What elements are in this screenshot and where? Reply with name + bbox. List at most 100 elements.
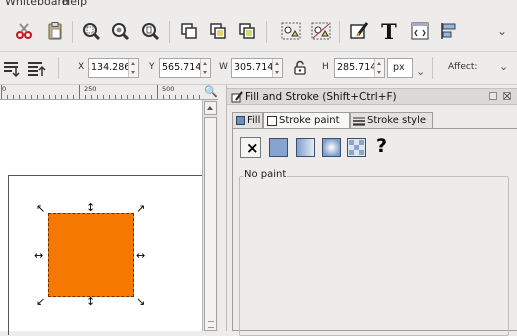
x-icon: ×	[246, 139, 259, 157]
zoom-selection-icon[interactable]	[79, 19, 103, 43]
zoom-page-icon[interactable]	[138, 19, 162, 43]
unit-value: px	[393, 62, 405, 73]
group-icon[interactable]	[279, 19, 303, 43]
chevron-down-icon[interactable]: ⌄	[416, 65, 425, 78]
fill-stroke-icon[interactable]	[347, 19, 371, 43]
fill-stroke-icon	[231, 91, 243, 103]
pattern-icon	[347, 138, 366, 157]
svg-text:T: T	[381, 20, 397, 42]
x-label: X	[78, 62, 85, 72]
toolbar-separator	[339, 21, 340, 43]
h-label: H	[322, 62, 329, 72]
question-icon: ?	[376, 135, 388, 157]
stroke-paint-panel: × ? No paint	[232, 128, 517, 336]
horizontal-ruler: 0 250 500 🔍	[0, 85, 218, 100]
w-spinbox[interactable]: 305.714	[231, 58, 283, 78]
menu-bar: Whiteboard Help	[0, 0, 517, 10]
tab-fill[interactable]: Fill	[232, 112, 263, 128]
toolbar-separator	[169, 21, 170, 43]
linear-gradient-button[interactable]	[295, 137, 316, 158]
affect-label: Affect:	[448, 62, 478, 72]
no-paint-button[interactable]: ×	[240, 137, 261, 158]
no-paint-frame	[239, 176, 509, 336]
xml-editor-icon[interactable]	[408, 19, 432, 43]
close-icon[interactable]	[503, 92, 511, 100]
ruler-label: 500	[162, 85, 175, 93]
lock-icon[interactable]	[288, 56, 312, 80]
toolbar-separator	[72, 21, 73, 43]
w-value: 305.714	[234, 62, 274, 73]
ruler-ticks	[1, 85, 200, 99]
text-tool-icon[interactable]: T	[377, 19, 401, 43]
toolbar-separator	[58, 57, 59, 79]
stroke-paint-icon	[267, 116, 277, 126]
spin-arrows-icon[interactable]	[374, 59, 384, 77]
lower-to-bottom-icon[interactable]	[0, 56, 24, 80]
stroke-style-icon	[353, 117, 365, 126]
spin-arrows-icon[interactable]	[200, 59, 210, 77]
tab-stroke-paint[interactable]: Stroke paint	[263, 112, 350, 129]
ruler-label: 250	[84, 85, 97, 93]
unit-select[interactable]: px	[387, 58, 413, 78]
unset-paint-button[interactable]: ?	[372, 135, 393, 158]
radial-gradient-icon	[322, 138, 341, 157]
ruler-label: 0	[2, 85, 7, 93]
scale-handle-icon[interactable]: ↕	[86, 296, 95, 307]
dialog-header: Fill and Stroke (Shift+Ctrl+F)	[227, 88, 517, 105]
spin-arrows-icon[interactable]	[128, 59, 138, 77]
x-spinbox[interactable]: 134.286	[88, 58, 139, 78]
x-value: 134.286	[91, 62, 131, 73]
no-paint-label: No paint	[243, 169, 288, 180]
scale-handle-icon[interactable]: ↔	[34, 250, 43, 261]
iconify-icon[interactable]	[489, 92, 497, 100]
scale-handle-icon[interactable]: ↘	[136, 296, 145, 307]
scale-handle-icon[interactable]: ↔	[136, 250, 145, 261]
fill-stroke-dialog: Fill and Stroke (Shift+Ctrl+F) Fill Stro…	[226, 85, 517, 336]
scale-handle-icon[interactable]: ↖	[36, 203, 45, 214]
toolbar-overflow-icon[interactable]: ⌄	[499, 60, 508, 73]
scale-handle-icon[interactable]: ↙	[36, 296, 45, 307]
flat-color-icon	[269, 138, 288, 157]
tab-stroke-style[interactable]: Stroke style	[350, 112, 433, 128]
raise-to-top-icon[interactable]	[24, 56, 48, 80]
tab-label: Stroke paint	[279, 115, 340, 126]
selector-controls-toolbar: X 134.286 Y 565.714 W 305.714 H 285.714 …	[0, 52, 517, 85]
selected-rectangle[interactable]	[48, 213, 134, 297]
align-icon[interactable]	[437, 19, 461, 43]
fill-swatch-icon	[236, 116, 245, 125]
dialog-title: Fill and Stroke (Shift+Ctrl+F)	[245, 91, 397, 103]
y-label: Y	[149, 62, 155, 72]
y-spinbox[interactable]: 565.714	[159, 58, 211, 78]
unlink-clone-icon[interactable]	[235, 19, 259, 43]
menu-item-whiteboard[interactable]: Whiteboard	[5, 0, 69, 8]
spin-arrows-icon[interactable]	[272, 59, 282, 77]
scale-handle-icon[interactable]: ↗	[136, 203, 145, 214]
y-value: 565.714	[162, 62, 202, 73]
commands-toolbar: T ⌄	[0, 11, 517, 52]
scroll-grip	[208, 321, 214, 328]
vertical-scrollbar[interactable]	[202, 100, 218, 331]
zoom-drawing-icon[interactable]	[108, 19, 132, 43]
h-value: 285.714	[337, 62, 377, 73]
duplicate-icon[interactable]	[177, 19, 201, 43]
tab-label: Fill	[247, 115, 261, 126]
cut-icon[interactable]	[12, 19, 36, 43]
pattern-button[interactable]	[346, 137, 367, 158]
scroll-up-icon[interactable]	[204, 101, 217, 115]
flat-color-button[interactable]	[268, 137, 289, 158]
toolbar-separator	[432, 57, 433, 79]
scale-handle-icon[interactable]: ↕	[86, 202, 95, 213]
toolbar-overflow-icon[interactable]: ⌄	[497, 24, 507, 38]
paste-icon[interactable]	[43, 19, 67, 43]
tab-label: Stroke style	[367, 115, 427, 126]
h-spinbox[interactable]: 285.714	[334, 58, 385, 78]
menu-item-help[interactable]: Help	[62, 0, 87, 8]
scrollbar-thumb[interactable]	[204, 117, 217, 331]
ungroup-icon[interactable]	[309, 19, 333, 43]
clone-icon[interactable]	[206, 19, 230, 43]
zoom-icon[interactable]: 🔍	[204, 85, 218, 98]
radial-gradient-button[interactable]	[321, 137, 342, 158]
toolbar-separator	[266, 21, 267, 43]
w-label: W	[219, 62, 228, 72]
linear-gradient-icon	[296, 138, 315, 157]
